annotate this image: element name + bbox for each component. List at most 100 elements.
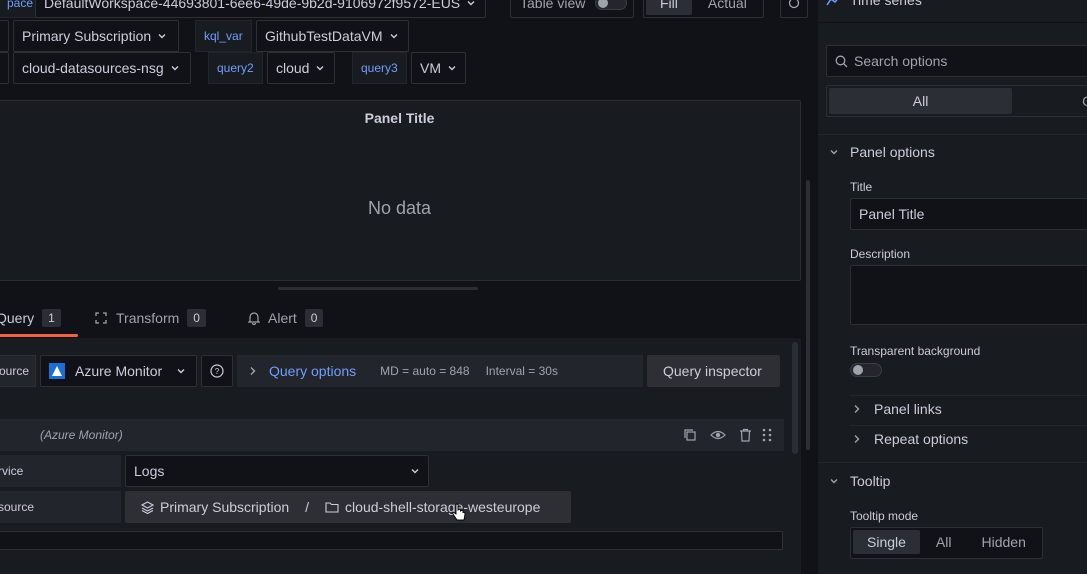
tooltip-mode-single[interactable]: Single: [853, 530, 920, 554]
query-editor-ds-name: (Azure Monitor): [40, 428, 123, 442]
service-value: Logs: [134, 463, 165, 479]
datasource-label-text: ource: [0, 364, 30, 378]
chevron-down-icon: [829, 476, 839, 486]
table-view-toggle[interactable]: [595, 0, 627, 10]
transparent-bg-toggle[interactable]: [850, 363, 882, 377]
kql-value: GithubTestDataVM: [265, 28, 383, 44]
svg-text:?: ?: [215, 367, 220, 376]
chevron-right-icon: [249, 366, 257, 376]
workspace-label-text: pace: [7, 0, 34, 10]
left-edge-stub-2: [0, 52, 9, 84]
panel-title[interactable]: Panel Title: [0, 110, 800, 126]
tooltip-mode-label: Tooltip mode: [850, 509, 919, 523]
sidebar-sep-2: [850, 395, 1087, 396]
interval-text: Interval = 30s: [485, 364, 558, 378]
md-text: MD = auto = 848: [380, 364, 470, 378]
mouse-cursor-hand-icon: [451, 503, 467, 523]
nsg-select[interactable]: cloud-datasources-nsg: [13, 52, 191, 84]
delete-query-trash-icon[interactable]: [739, 428, 752, 442]
query2-select[interactable]: cloud: [267, 52, 335, 84]
chevron-right-icon: [853, 404, 861, 414]
title-field-label: Title: [850, 180, 873, 194]
pane-splitter[interactable]: [278, 287, 478, 290]
datasource-picker[interactable]: Azure Monitor: [40, 355, 197, 387]
datasource-help-button[interactable]: ?: [201, 355, 233, 387]
subscription-select[interactable]: Primary Subscription: [13, 20, 179, 52]
tab-alert[interactable]: Alert 0: [248, 309, 324, 327]
main-sidebar-divider[interactable]: [806, 180, 810, 450]
tooltip-header[interactable]: Tooltip: [829, 473, 890, 489]
resource-subscription: Primary Subscription: [160, 499, 290, 515]
time-series-icon: [826, 0, 842, 7]
tooltip-mode-hidden[interactable]: Hidden: [967, 530, 1039, 554]
query-inspector-button[interactable]: Query inspector: [647, 355, 780, 387]
viz-picker[interactable]: Time series: [818, 0, 1087, 14]
transparent-bg-label: Transparent background: [850, 344, 981, 358]
resource-group: cloud-shell-storage-westeurope: [345, 499, 541, 515]
tab-query[interactable]: Query 1: [0, 309, 61, 327]
panel-links-header[interactable]: Panel links: [853, 401, 942, 417]
sidebar-sep-3: [850, 425, 1087, 426]
tab-query-label: Query: [0, 310, 35, 326]
query3-value: VM: [420, 60, 441, 76]
tooltip-title: Tooltip: [850, 473, 891, 489]
sidebar-sep-4: [818, 462, 1087, 463]
resource-separator: /: [305, 499, 310, 515]
workspace-select[interactable]: DefaultWorkspace-44693801-6ee6-49de-9b2d…: [35, 0, 486, 18]
repeat-options-label: Repeat options: [874, 431, 969, 447]
chevron-down-icon: [389, 31, 399, 41]
workspace-value: DefaultWorkspace-44693801-6ee6-49de-9b2d…: [44, 0, 461, 11]
query-options-bar[interactable]: Query options MD = auto = 848 Interval =…: [237, 355, 643, 387]
resource-picker-button[interactable]: Primary Subscription / cloud-shell-stora…: [125, 491, 571, 523]
tab-alert-label: Alert: [268, 310, 297, 326]
chevron-down-icon: [447, 63, 457, 73]
kql-select[interactable]: GithubTestDataVM: [256, 20, 409, 52]
actual-option[interactable]: Actual: [694, 0, 761, 15]
sidebar-top-divider: [818, 22, 1087, 23]
query-options-label[interactable]: Query options: [269, 363, 356, 379]
title-field-input[interactable]: Panel Title: [850, 198, 1087, 230]
duplicate-query-icon[interactable]: [683, 428, 697, 442]
hide-query-eye-icon[interactable]: [710, 428, 726, 442]
variable-label-query2: query2: [208, 52, 263, 84]
toggle-knob: [853, 365, 863, 375]
layers-icon: [141, 500, 154, 514]
drag-handle-icon[interactable]: [762, 428, 772, 442]
query3-label-text: query3: [361, 61, 398, 75]
tooltip-mode-group: Single All Hidden: [850, 527, 1043, 559]
help-icon: ?: [210, 364, 224, 378]
chevron-down-icon: [157, 31, 167, 41]
query3-select[interactable]: VM: [411, 52, 466, 84]
search-options-input[interactable]: Search options: [826, 45, 1087, 77]
description-textarea[interactable]: [850, 265, 1087, 325]
variable-label-kql: kql_var: [195, 20, 252, 52]
query2-label-text: query2: [217, 61, 254, 75]
panel-options-header[interactable]: Panel options: [829, 144, 935, 160]
service-select[interactable]: Logs: [125, 455, 429, 487]
repeat-options-header[interactable]: Repeat options: [853, 431, 968, 447]
chevron-down-icon: [176, 366, 186, 376]
panel-links-label: Panel links: [874, 401, 942, 417]
bell-icon: [248, 311, 260, 325]
tab-transform[interactable]: Transform 0: [94, 309, 206, 327]
datasource-value: Azure Monitor: [75, 363, 163, 379]
viz-name: Time series: [850, 0, 922, 8]
tab-active-underline: [0, 334, 78, 337]
toggle-knob: [598, 0, 608, 8]
fill-option[interactable]: Fill: [646, 0, 692, 15]
tooltip-mode-all[interactable]: All: [922, 530, 966, 554]
kql-label-text: kql_var: [204, 29, 243, 43]
service-label: rvice: [0, 455, 121, 487]
tab-alert-count: 0: [304, 309, 324, 327]
refresh-button[interactable]: [780, 0, 808, 18]
filter-overrides-option[interactable]: O: [1012, 88, 1087, 114]
tab-transform-label: Transform: [116, 310, 180, 326]
options-filter-group: All O: [826, 85, 1087, 117]
query-scrollbar[interactable]: [792, 342, 798, 454]
filter-all-option[interactable]: All: [829, 88, 1013, 114]
datasource-label: ource: [0, 355, 36, 387]
chevron-down-icon: [315, 63, 325, 73]
nsg-value: cloud-datasources-nsg: [22, 60, 164, 76]
chevron-down-icon: [170, 63, 180, 73]
query-code-editor[interactable]: [0, 531, 783, 550]
